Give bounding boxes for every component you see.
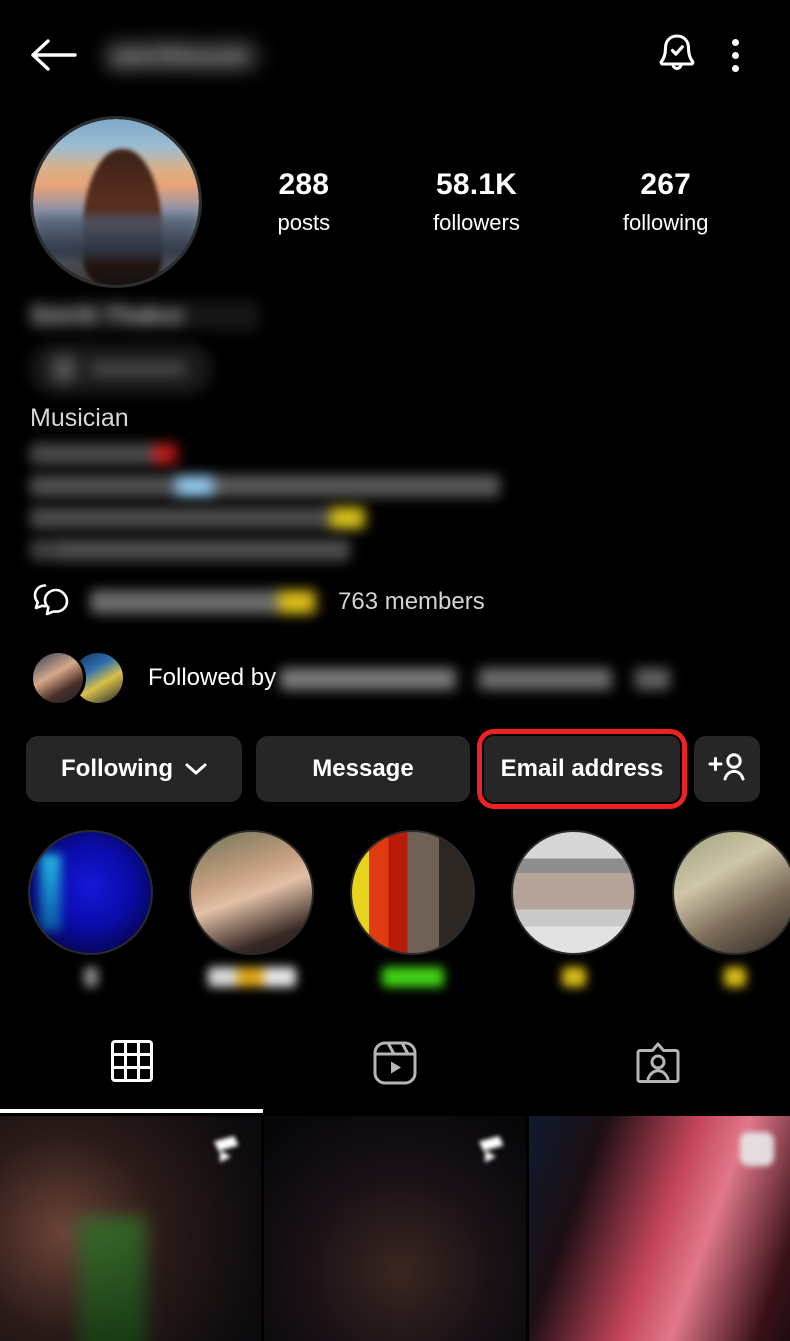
story-highlight-4[interactable] [511,830,636,987]
bio-line-2 [30,475,500,497]
profile-full-name: Smriti Thakur [30,302,260,330]
mutual-avatar-1 [30,650,86,706]
story-highlight-4-cover [511,830,636,955]
broadcast-channel-icon [30,579,72,624]
stat-followers-value: 58.1K [435,168,517,201]
avatar[interactable] [30,116,202,288]
bio-line-1 [30,443,195,465]
followed-by-text: Followed by [148,664,671,692]
story-highlight-2-cover [189,830,314,955]
following-button-label: Following [61,755,173,782]
chevron-down-icon [185,755,207,783]
stat-followers-label: followers [433,210,520,235]
tab-reels[interactable] [263,1017,526,1109]
stats-row: 288 posts 58.1K followers 267 following [202,168,760,236]
app-header: amritmusic [0,0,790,110]
bio-section: Smriti Thakur Musician [0,288,790,561]
add-person-icon [707,750,747,789]
story-highlight-2-label [207,967,296,987]
story-highlight-1-cover [28,830,153,955]
story-highlight-3-label [381,967,444,987]
following-button[interactable]: Following [26,736,242,802]
stat-posts-label: posts [277,210,331,235]
carousel-icon [739,1132,774,1166]
stat-following-label: following [622,210,709,235]
stat-following-value: 267 [640,168,691,201]
followed-by-row[interactable]: Followed by [0,624,790,706]
instagram-profile-screen: amritmusic 288 posts 58.1K followers 267… [0,0,790,1341]
broadcast-channel-row[interactable]: 763 members [0,561,790,624]
profile-tabs [0,1017,790,1109]
story-highlight-5-cover [672,830,790,955]
story-highlight-4-label [561,967,586,987]
grid-icon [110,1039,154,1088]
story-highlight-2[interactable] [189,830,314,987]
active-tab-underline [0,1109,263,1113]
followed-by-prefix: Followed by [148,664,277,691]
mutual-avatars [30,650,126,706]
profile-category: Musician [30,404,129,432]
bell-check-icon[interactable] [648,26,706,84]
post-cell[interactable] [264,1116,526,1341]
profile-summary-row: 288 posts 58.1K followers 267 following [0,110,790,288]
reel-icon [209,1132,243,1171]
stat-posts-value: 288 [278,168,330,201]
followed-by-names [280,667,671,690]
header-username: amritmusic [100,36,263,74]
add-person-button[interactable] [694,736,760,802]
story-highlight-5-label [723,967,746,987]
action-buttons-row: Following Message Email address [0,706,790,809]
post-cell[interactable] [528,1116,790,1341]
tab-tagged[interactable] [527,1017,790,1109]
back-arrow-icon[interactable] [26,27,82,83]
story-highlight-3[interactable] [350,830,475,987]
story-highlights-row [0,802,790,987]
threads-badge[interactable] [30,344,212,394]
three-dots-icon[interactable] [706,26,764,84]
stat-following[interactable]: 267 following [623,168,709,236]
post-grid [0,1116,790,1341]
email-button-label: Email address [500,755,664,782]
tab-grid[interactable] [0,1017,263,1109]
broadcast-channel-name [90,589,320,614]
dot [731,38,739,46]
message-button[interactable]: Message [256,736,470,802]
story-highlight-1[interactable] [28,830,153,987]
story-highlight-3-cover [350,830,475,955]
three-dots-glyph [731,38,739,72]
email-address-button[interactable]: Email address [477,729,687,809]
story-highlight-1-label [83,967,98,987]
stat-posts[interactable]: 288 posts [277,168,330,236]
dot [731,51,739,59]
dot [731,64,739,72]
reel-icon [474,1132,508,1171]
message-button-label: Message [312,755,414,782]
stat-followers[interactable]: 58.1K followers [433,168,520,236]
post-cell[interactable] [0,1116,262,1341]
bio-line-4[interactable] [30,539,350,561]
avatar-image [33,119,199,285]
broadcast-channel-members: 763 members [338,587,485,615]
story-highlight-5[interactable] [672,830,790,987]
bio-line-3 [30,507,375,529]
